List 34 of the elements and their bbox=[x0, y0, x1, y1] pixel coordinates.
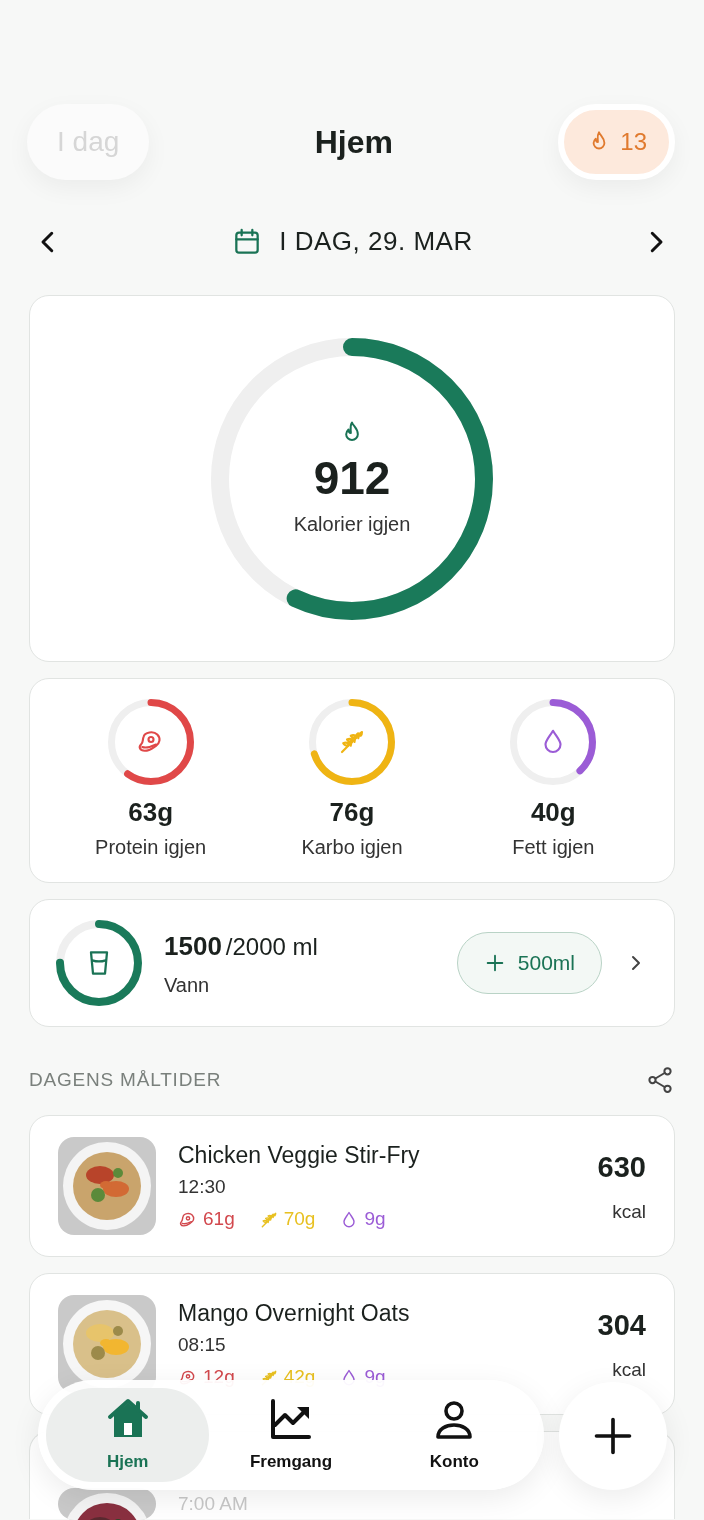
date-label: I DAG, 29. MAR bbox=[279, 225, 473, 258]
macro-amount-text: 9g bbox=[364, 1207, 386, 1232]
macro-label: Karbo igjen bbox=[301, 835, 403, 860]
macro-amount-text: 12g bbox=[203, 1365, 235, 1390]
water-amount: 1500 bbox=[164, 929, 222, 963]
meal-name: Mango Overnight Oats bbox=[178, 1299, 411, 1329]
meal-name: Chicken Veggie Stir-Fry bbox=[178, 1141, 421, 1171]
nav-tab[interactable]: Fremgang bbox=[209, 1388, 373, 1482]
section-title: DAGENS MÅLTIDER bbox=[29, 1067, 222, 1092]
water-label: Vann bbox=[164, 972, 211, 998]
macro-value: 63g bbox=[128, 796, 174, 829]
macro-amount-text: 42g bbox=[283, 1365, 316, 1390]
page-title: Hjem bbox=[314, 123, 393, 162]
macro-amount-text: 9g bbox=[364, 1365, 386, 1390]
calories-label: Kalorier igjen bbox=[293, 511, 411, 537]
macro-amount-text: 61g bbox=[203, 1207, 235, 1232]
water-goal: /2000 ml bbox=[225, 931, 318, 962]
streak-count: 13 bbox=[620, 127, 647, 157]
macro-value: 76g bbox=[329, 796, 375, 829]
macro-amount-text: 70g bbox=[283, 1207, 316, 1232]
kcal-unit: kcal bbox=[612, 1199, 646, 1224]
meal-kcal: 630 bbox=[597, 1150, 646, 1185]
meal-kcal: 304 bbox=[597, 1308, 646, 1343]
macro-value: 40g bbox=[530, 796, 576, 829]
add-water-button[interactable]: 500ml bbox=[456, 932, 602, 994]
meal-time: 12:30 bbox=[178, 1174, 227, 1199]
nav-tab[interactable]: Konto bbox=[372, 1388, 536, 1482]
kcal-unit: kcal bbox=[612, 1357, 646, 1382]
share-icon[interactable] bbox=[645, 1065, 675, 1095]
macro-label: Protein igjen bbox=[95, 835, 207, 860]
macro-label: Fett igjen bbox=[512, 835, 595, 860]
calories-value: 912 bbox=[313, 454, 391, 501]
nav-tab[interactable]: Hjem bbox=[46, 1388, 210, 1482]
meal-time: 08:15 bbox=[178, 1332, 227, 1357]
